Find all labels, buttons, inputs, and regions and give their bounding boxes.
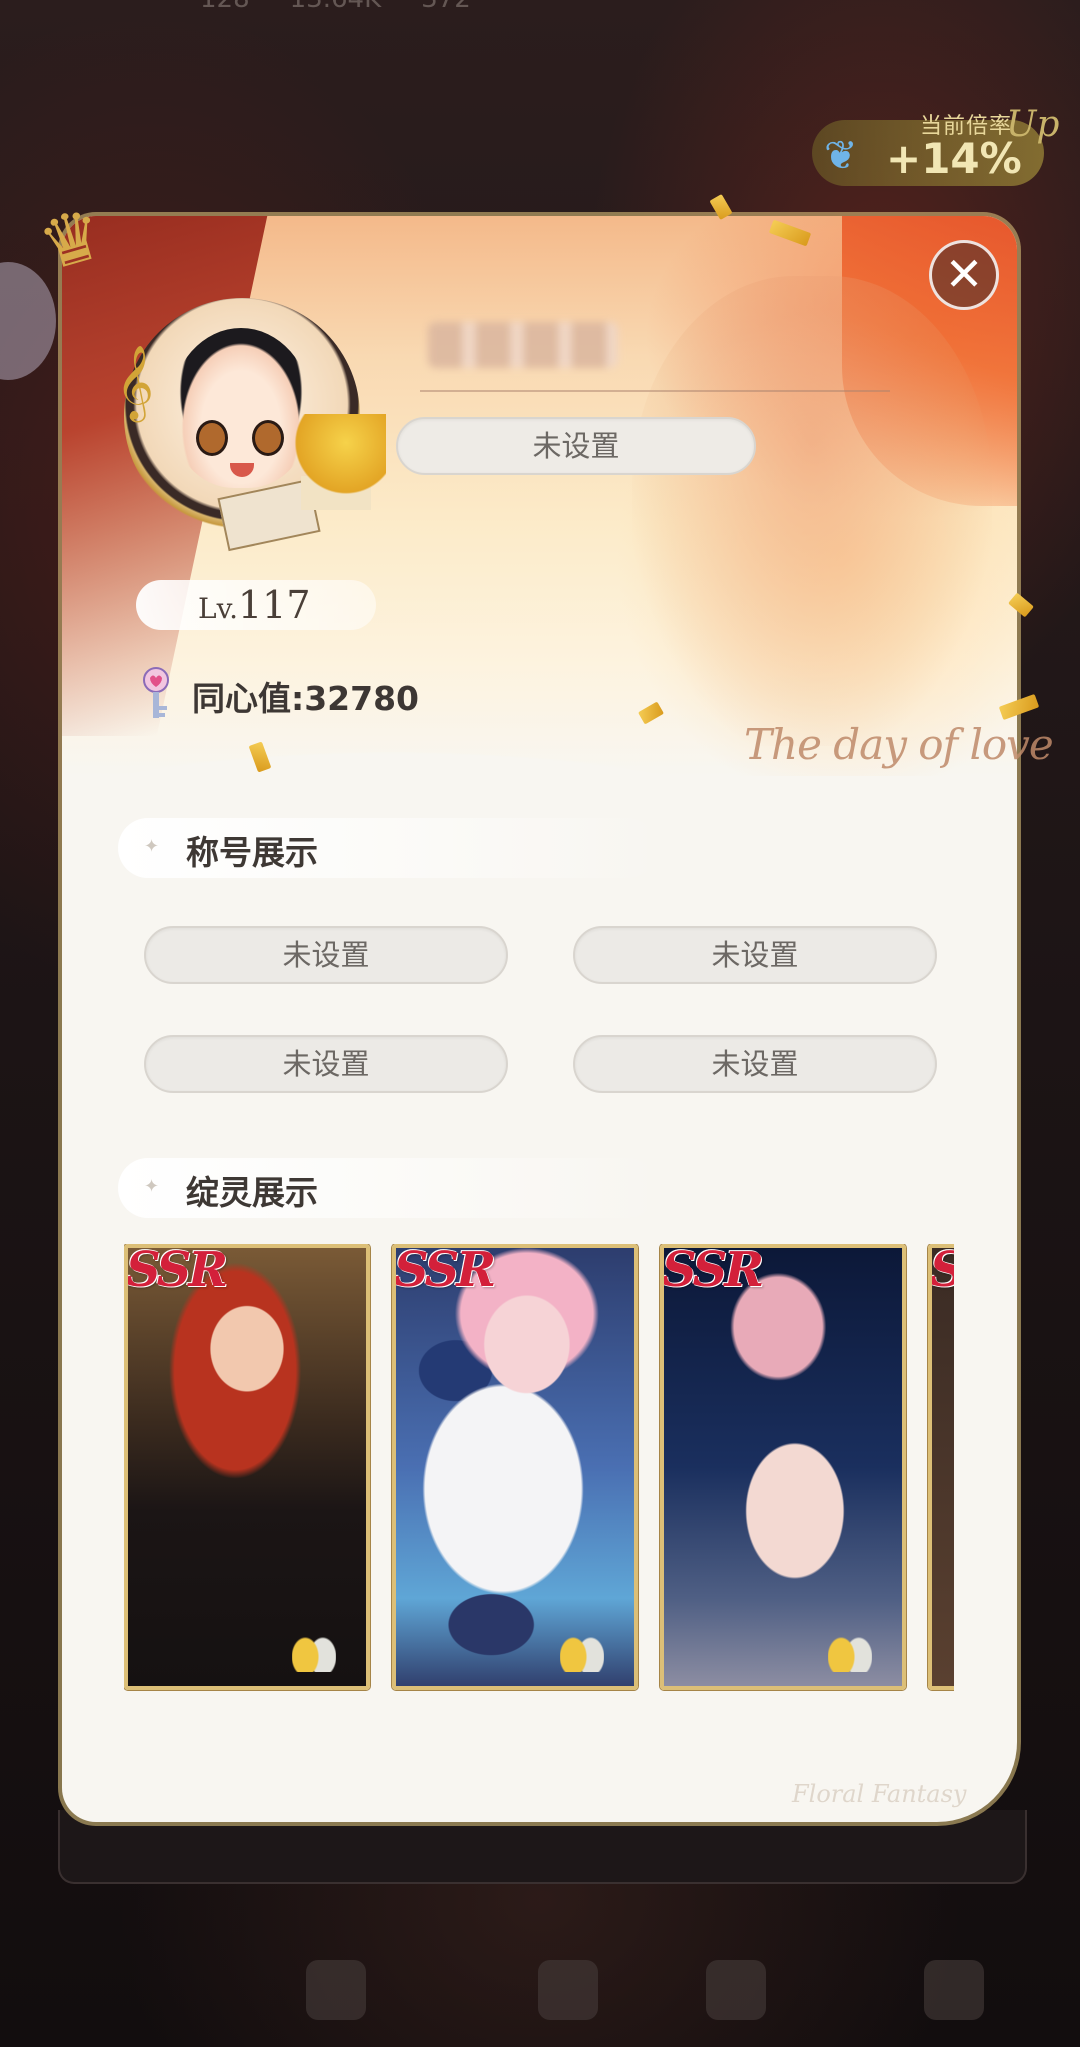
gramophone-icon — [286, 414, 386, 510]
section-title-label: 绽灵展示 — [186, 1173, 318, 1212]
rarity-badge: SSR — [662, 1244, 764, 1298]
character-illustration — [632, 276, 992, 746]
nav-settings-icon[interactable] — [924, 1960, 984, 2020]
player-name — [428, 322, 618, 368]
title-slot-2[interactable]: 未设置 — [573, 926, 937, 984]
rarity-badge: S — [932, 1248, 954, 1298]
nav-shop-icon[interactable] — [706, 1960, 766, 2020]
heart-key-icon — [143, 667, 169, 718]
level-badge: Lv.117 — [136, 580, 376, 630]
character-card[interactable]: SSR — [660, 1244, 906, 1690]
affinity-value: 同心值:32780 — [192, 679, 420, 718]
resource-value-2: 13.64K — [290, 0, 381, 16]
bottom-nav — [0, 1930, 1080, 2047]
nav-character-icon[interactable] — [306, 1960, 366, 2020]
leaf-icon — [560, 1634, 604, 1672]
level-value: 117 — [238, 583, 311, 627]
name-underline — [420, 390, 890, 392]
leaf-icon — [828, 1634, 872, 1672]
footer-decor-text: Floral Fantasy — [792, 1780, 967, 1808]
rarity-badge: SSR — [126, 1244, 228, 1298]
rate-value: +14% — [886, 134, 1022, 183]
character-card[interactable]: SSR — [124, 1244, 370, 1690]
nav-letter-icon[interactable] — [538, 1960, 598, 2020]
close-icon: ✕ — [944, 247, 984, 301]
resource-value-3: 372 — [421, 0, 471, 16]
leaf-icon — [292, 1634, 336, 1672]
diamond-icon: ✦ — [144, 1176, 160, 1197]
resource-value-1: 128 — [200, 0, 250, 16]
avatar-eye — [196, 420, 228, 456]
section-title-label: 称号展示 — [186, 833, 318, 872]
butterfly-icon: ❦ — [824, 133, 858, 179]
character-card[interactable]: S — [928, 1244, 954, 1690]
diamond-icon: ✦ — [144, 836, 160, 857]
close-button[interactable]: ✕ — [929, 240, 999, 310]
decor-script-text: The day of love — [744, 720, 1054, 769]
level-prefix: Lv. — [198, 592, 238, 625]
title-slot-1[interactable]: 未设置 — [144, 926, 508, 984]
rarity-badge: SSR — [394, 1244, 496, 1298]
music-note-icon: 𝄞 — [116, 346, 154, 420]
title-slot-4[interactable]: 未设置 — [573, 1035, 937, 1093]
card-carousel[interactable]: SSR SSR SSR S — [124, 1244, 954, 1694]
signature-field[interactable]: 未设置 — [396, 417, 756, 475]
section-header-cards: ✦ 绽灵展示 — [118, 1158, 658, 1218]
title-slot-3[interactable]: 未设置 — [144, 1035, 508, 1093]
avatar-eye — [252, 420, 284, 456]
character-card[interactable]: SSR — [392, 1244, 638, 1690]
section-header-titles: ✦ 称号展示 — [118, 818, 658, 878]
resource-bar: 128 13.64K 372 — [0, 0, 1080, 22]
